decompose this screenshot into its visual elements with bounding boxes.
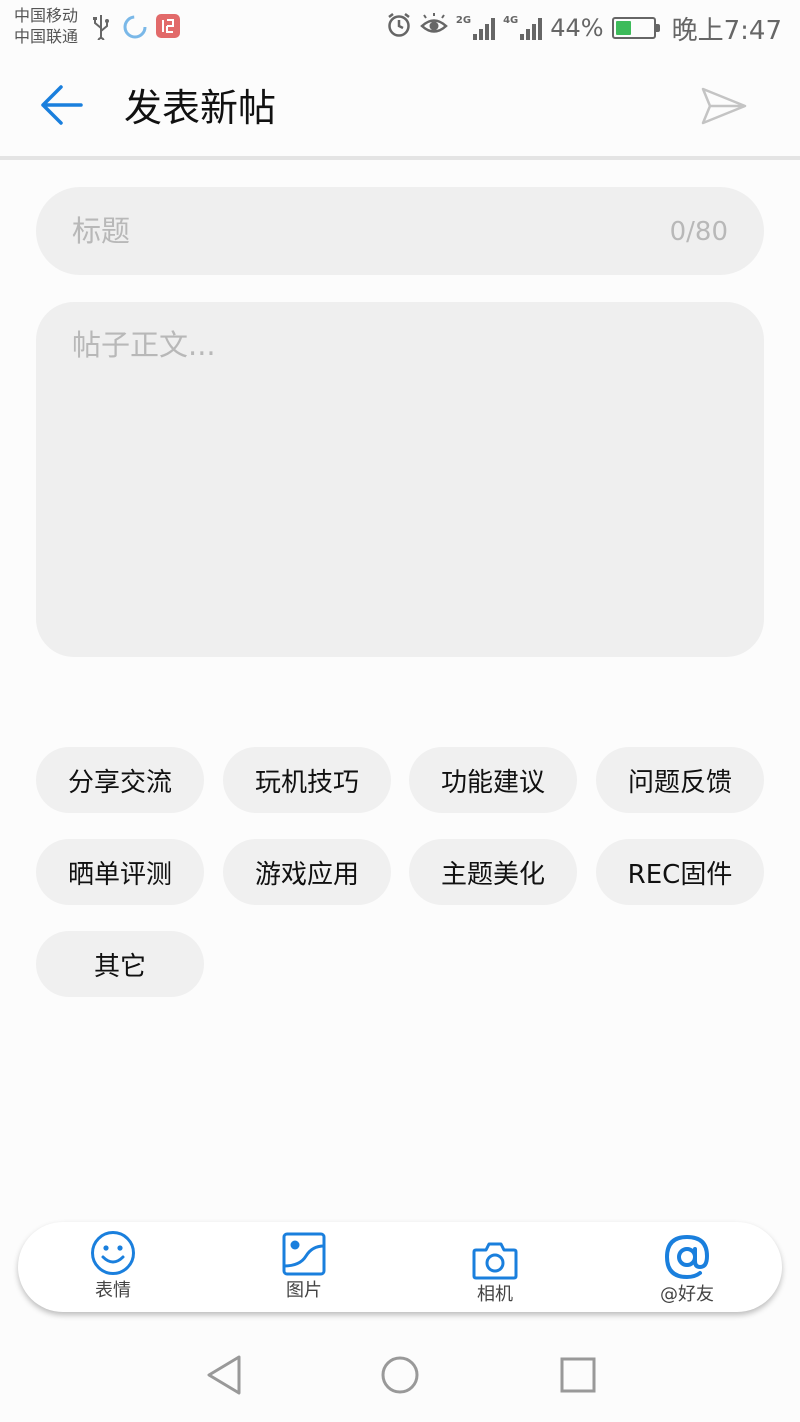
category-chip[interactable]: 功能建议 bbox=[409, 747, 577, 813]
body-placeholder: 帖子正文... bbox=[72, 328, 216, 362]
title-input[interactable]: 标题 0/80 bbox=[36, 187, 764, 275]
battery-icon bbox=[611, 17, 660, 39]
app-notification-icon bbox=[156, 14, 180, 42]
category-chip[interactable]: 问题反馈 bbox=[596, 747, 764, 813]
category-chip[interactable]: 其它 bbox=[36, 931, 204, 997]
signal-icon: 2G bbox=[455, 15, 496, 40]
category-chip[interactable]: 玩机技巧 bbox=[223, 747, 391, 813]
net-4g-label: 4G bbox=[503, 15, 519, 26]
category-chip[interactable]: 主题美化 bbox=[409, 839, 577, 905]
carrier-2: 中国联通 bbox=[14, 27, 79, 46]
arrow-left-icon bbox=[39, 84, 83, 130]
eye-comfort-icon bbox=[420, 13, 448, 43]
image-button[interactable]: 图片 bbox=[244, 1222, 364, 1312]
nav-home-icon bbox=[380, 1355, 420, 1399]
nav-back-icon bbox=[203, 1354, 243, 1400]
category-chip[interactable]: 晒单评测 bbox=[36, 839, 204, 905]
compose-toolbar: 表情 图片 相机 @好友 bbox=[18, 1222, 782, 1312]
net-2g-label: 2G bbox=[455, 15, 472, 26]
usb-icon bbox=[92, 14, 110, 44]
alarm-icon bbox=[386, 12, 412, 44]
signal-icon-2: 4G bbox=[503, 15, 543, 40]
battery-percent: 44% bbox=[550, 14, 604, 42]
status-right: 2G 4G 44% 晚上7:47 bbox=[386, 8, 782, 48]
system-nav-bar bbox=[0, 1330, 800, 1422]
title-char-counter: 0/80 bbox=[669, 217, 728, 247]
category-chip[interactable]: 游戏应用 bbox=[223, 839, 391, 905]
nav-back-button[interactable] bbox=[198, 1352, 248, 1402]
back-button[interactable] bbox=[30, 78, 92, 136]
camera-label: 相机 bbox=[477, 1284, 513, 1305]
carrier-1: 中国移动 bbox=[14, 6, 79, 25]
title-placeholder: 标题 bbox=[72, 214, 131, 248]
camera-button[interactable]: 相机 bbox=[435, 1222, 555, 1312]
mention-label: @好友 bbox=[660, 1284, 714, 1305]
at-mention-icon bbox=[664, 1222, 710, 1280]
clock: 晚上7:47 bbox=[671, 15, 782, 46]
nav-home-button[interactable] bbox=[375, 1352, 425, 1402]
image-label: 图片 bbox=[286, 1280, 322, 1301]
send-button[interactable] bbox=[696, 84, 752, 132]
emoji-label: 表情 bbox=[95, 1280, 131, 1301]
page-title: 发表新帖 bbox=[124, 86, 277, 130]
body-textarea[interactable]: 帖子正文... bbox=[36, 302, 764, 657]
carrier-names: 中国移动 中国联通 bbox=[14, 5, 78, 47]
category-chip[interactable]: 分享交流 bbox=[36, 747, 204, 813]
status-bar: 中国移动 中国联通 2G 4G 44% 晚上7:47 bbox=[0, 0, 800, 56]
image-icon bbox=[282, 1222, 326, 1276]
emoji-button[interactable]: 表情 bbox=[53, 1222, 173, 1312]
mention-button[interactable]: @好友 bbox=[627, 1222, 747, 1312]
emoji-icon bbox=[90, 1222, 136, 1276]
nav-recents-button[interactable] bbox=[553, 1352, 603, 1402]
app-bar: 发表新帖 bbox=[0, 56, 800, 156]
camera-icon bbox=[472, 1222, 518, 1280]
nav-recents-icon bbox=[559, 1356, 597, 1398]
header-divider bbox=[0, 156, 800, 160]
sync-icon bbox=[121, 13, 149, 45]
category-chip[interactable]: REC固件 bbox=[596, 839, 764, 905]
send-icon bbox=[700, 86, 748, 130]
